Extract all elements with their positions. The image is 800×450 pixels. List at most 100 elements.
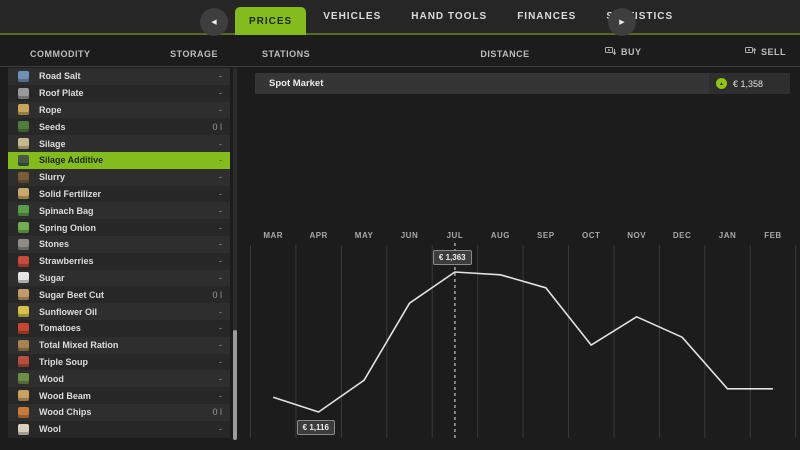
list-item-solid-fertilizer[interactable]: Solid Fertilizer- bbox=[8, 186, 230, 203]
list-item-stones[interactable]: Stones - bbox=[8, 236, 230, 253]
storage-value: - bbox=[219, 172, 222, 182]
list-item-road-salt[interactable]: Road Salt- bbox=[8, 68, 230, 85]
list-item-strawberries[interactable]: Strawberries- bbox=[8, 253, 230, 270]
commodity-label: Wood Chips bbox=[39, 407, 91, 417]
left-arrow-icon: ◀ bbox=[211, 18, 216, 26]
sell-price-cell: ▲ € 1,358 bbox=[709, 73, 790, 94]
month-label: DEC bbox=[673, 231, 691, 240]
storage-value: - bbox=[219, 424, 222, 434]
storage-value: - bbox=[219, 71, 222, 81]
storage-value: - bbox=[219, 307, 222, 317]
sugar-icon bbox=[18, 272, 29, 283]
list-item-sugar[interactable]: Sugar- bbox=[8, 270, 230, 287]
nav-next-button[interactable]: ▶ bbox=[608, 8, 636, 36]
tab-finances[interactable]: FINANCES bbox=[504, 0, 589, 33]
list-item-tomatoes[interactable]: Tomatoes- bbox=[8, 320, 230, 337]
stones-icon bbox=[18, 239, 29, 250]
commodity-label: Wood bbox=[39, 374, 64, 384]
list-item-sugar-beet-cut[interactable]: Sugar Beet Cut0 l bbox=[8, 286, 230, 303]
sell-price: € 1,358 bbox=[733, 79, 763, 89]
peak-price-tooltip: € 1,363 bbox=[433, 250, 472, 265]
commodity-label: Slurry bbox=[39, 172, 65, 182]
list-item-spinach-bag[interactable]: Spinach Bag- bbox=[8, 202, 230, 219]
wood-icon bbox=[18, 373, 29, 384]
commodity-label: Wood Beam bbox=[39, 391, 91, 401]
list-item-seeds[interactable]: Seeds0 l bbox=[8, 118, 230, 135]
month-label: AUG bbox=[491, 231, 510, 240]
list-item-wool[interactable]: Wool- bbox=[8, 421, 230, 438]
commodity-label: Silage bbox=[39, 139, 66, 149]
price-history-chart: MARAPRMAYJUNJULAUGSEPOCTNOVDECJANFEB € 1… bbox=[248, 225, 800, 440]
storage-value: - bbox=[219, 273, 222, 283]
commodity-label: Spring Onion bbox=[39, 223, 96, 233]
month-label: JUL bbox=[447, 231, 464, 240]
commodity-label: Total Mixed Ration bbox=[39, 340, 118, 350]
sell-column-header: SELL bbox=[745, 46, 786, 57]
storage-value: - bbox=[219, 189, 222, 199]
wood-beam-icon bbox=[18, 390, 29, 401]
commodity-label: Sugar Beet Cut bbox=[39, 290, 104, 300]
list-item-triple-soup[interactable]: Triple Soup- bbox=[8, 354, 230, 371]
commodity-label: Silage Additive bbox=[39, 155, 103, 165]
spinach-bag-icon bbox=[18, 205, 29, 216]
storage-value: - bbox=[219, 357, 222, 367]
commodity-label: Rope bbox=[39, 105, 62, 115]
storage-value: - bbox=[219, 105, 222, 115]
storage-value: - bbox=[219, 340, 222, 350]
storage-value: 0 l bbox=[212, 122, 222, 132]
wool-icon bbox=[18, 424, 29, 435]
month-label: JAN bbox=[719, 231, 737, 240]
rope-icon bbox=[18, 104, 29, 115]
storage-column-header: STORAGE bbox=[150, 49, 218, 59]
storage-value: - bbox=[219, 223, 222, 233]
chart-canvas: MARAPRMAYJUNJULAUGSEPOCTNOVDECJANFEB bbox=[248, 225, 800, 440]
nav-prev-button[interactable]: ◀ bbox=[200, 8, 228, 36]
station-name: Spot Market bbox=[269, 78, 323, 89]
seeds-icon bbox=[18, 121, 29, 132]
list-item-roof-plate[interactable]: Roof Plate- bbox=[8, 85, 230, 102]
buy-column-header: BUY bbox=[605, 46, 642, 57]
list-item-sunflower-oil[interactable]: Sunflower Oil - bbox=[8, 303, 230, 320]
tab-prices[interactable]: PRICES bbox=[235, 7, 306, 35]
list-item-spring-onion[interactable]: Spring Onion - bbox=[8, 219, 230, 236]
list-item-slurry[interactable]: Slurry - bbox=[8, 169, 230, 186]
storage-value: - bbox=[219, 323, 222, 333]
min-price-label: € 1,116 bbox=[297, 420, 335, 435]
top-nav-bar: ◀ PRICESVEHICLESHAND TOOLSFINANCESSTATIS… bbox=[0, 0, 800, 35]
list-item-silage[interactable]: Silage - bbox=[8, 135, 230, 152]
slurry-icon bbox=[18, 172, 29, 183]
spring-onion-icon bbox=[18, 222, 29, 233]
list-item-wood-beam[interactable]: Wood Beam- bbox=[8, 387, 230, 404]
list-item-rope[interactable]: Rope - bbox=[8, 102, 230, 119]
storage-value: - bbox=[219, 374, 222, 384]
storage-value: - bbox=[219, 239, 222, 249]
month-label: FEB bbox=[764, 231, 782, 240]
tab-vehicles[interactable]: VEHICLES bbox=[310, 0, 394, 33]
list-item-silage-additive[interactable]: Silage Additive - bbox=[8, 152, 230, 169]
solid-fertilizer-icon bbox=[18, 188, 29, 199]
scrollbar-thumb[interactable] bbox=[233, 330, 237, 440]
silage-additive-icon bbox=[18, 155, 29, 166]
storage-value: - bbox=[219, 155, 222, 165]
list-item-total-mixed-ration[interactable]: Total Mixed Ration - bbox=[8, 337, 230, 354]
spot-market-row[interactable]: Spot Market - ▲ € 1,358 bbox=[255, 73, 790, 94]
month-label: APR bbox=[309, 231, 327, 240]
storage-value: - bbox=[219, 139, 222, 149]
sugar-beet-cut-icon bbox=[18, 289, 29, 300]
sell-money-up-icon bbox=[745, 46, 756, 57]
list-item-wood[interactable]: Wood - bbox=[8, 370, 230, 387]
prices-screen: ◀ PRICESVEHICLESHAND TOOLSFINANCESSTATIS… bbox=[0, 0, 800, 450]
tab-hand-tools[interactable]: HAND TOOLS bbox=[398, 0, 500, 33]
month-label: JUN bbox=[401, 231, 419, 240]
commodity-label: Stones bbox=[39, 239, 69, 249]
tomatoes-icon bbox=[18, 323, 29, 334]
month-label: OCT bbox=[582, 231, 600, 240]
commodity-list: Road Salt-Roof Plate-Rope-Seeds0 lSilage… bbox=[8, 68, 230, 438]
price-trend-up-icon: ▲ bbox=[716, 78, 727, 89]
sunflower-oil-icon bbox=[18, 306, 29, 317]
tab-statistics[interactable]: STATISTICS bbox=[593, 0, 686, 33]
list-item-wood-chips[interactable]: Wood Chips0 l bbox=[8, 404, 230, 421]
commodity-label: Sunflower Oil bbox=[39, 307, 97, 317]
commodity-scrollbar[interactable] bbox=[233, 68, 237, 440]
commodity-label: Spinach Bag bbox=[39, 206, 94, 216]
